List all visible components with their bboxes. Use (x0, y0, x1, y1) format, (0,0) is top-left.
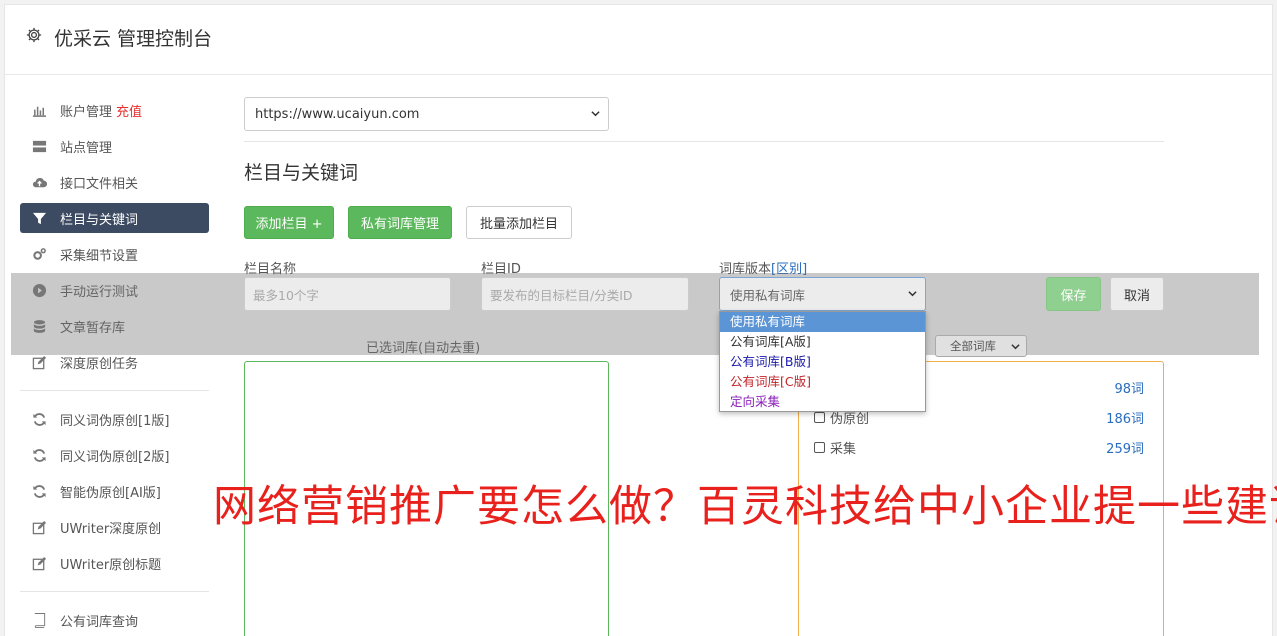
edit-icon (31, 354, 47, 370)
cancel-button[interactable]: 取消 (1110, 277, 1164, 311)
lib-count: 98词 (1114, 381, 1144, 397)
sidebar-item-label: 同义词伪原创[2版] (60, 449, 170, 465)
chevron-down-icon (1011, 344, 1020, 350)
sidebar-item-label: 智能伪原创[AI版] (60, 485, 161, 501)
private-lib-button[interactable]: 私有词库管理 (348, 206, 452, 239)
watermark-caption: 网络营销推广要怎么做？百灵科技给中小企业提一些建议 (213, 482, 1277, 532)
site-select[interactable]: https://www.ucaiyun.com (244, 97, 609, 131)
checkbox[interactable] (814, 411, 825, 423)
sidebar-item-label: 采集细节设置 (60, 248, 139, 264)
sidebar-item-synonym-v1[interactable]: 同义词伪原创[1版] (20, 404, 209, 434)
sidebar-item-sites[interactable]: 站点管理 (20, 131, 209, 161)
sidebar-divider (20, 390, 209, 391)
sidebar-item-synonym-v2[interactable]: 同义词伪原创[2版] (20, 440, 209, 470)
checkbox[interactable] (814, 441, 825, 453)
cloud-upload-icon (31, 174, 47, 190)
book-icon (31, 612, 47, 628)
batch-add-button[interactable]: 批量添加栏目 (466, 206, 572, 239)
server-icon (31, 138, 47, 154)
version-option-c[interactable]: 公有词库[C版] (720, 372, 925, 392)
page-title: 优采云 管理控制台 (54, 28, 213, 50)
section-title: 栏目与关键词 (244, 162, 359, 184)
sidebar-item-public-lib[interactable]: 公有词库查询 (20, 605, 209, 635)
column-name-placeholder: 最多10个字 (253, 287, 319, 303)
version-option-a[interactable]: 公有词库[A版] (720, 332, 925, 352)
site-select-value: https://www.ucaiyun.com (255, 106, 420, 122)
sidebar-item-interface[interactable]: 接口文件相关 (20, 167, 209, 197)
save-button[interactable]: 保存 (1046, 277, 1101, 311)
gears-icon (31, 246, 47, 262)
sidebar-item-label: UWriter深度原创 (60, 521, 162, 537)
refresh-icon (31, 411, 47, 427)
sidebar-item-account[interactable]: 账户管理 充值 (20, 95, 209, 125)
sidebar-item-label: 接口文件相关 (60, 176, 139, 192)
gear-icon (26, 27, 42, 43)
sidebar-item-label: 栏目与关键词 (60, 212, 139, 228)
version-option-directed[interactable]: 定向采集 (720, 392, 925, 412)
column-name-input[interactable]: 最多10个字 (244, 277, 451, 311)
version-option-b[interactable]: 公有词库[B版] (720, 352, 925, 372)
section-divider (244, 141, 1164, 142)
refresh-icon (31, 483, 47, 499)
sidebar-item-uwriter-title[interactable]: UWriter原创标题 (20, 548, 209, 578)
add-column-button[interactable]: 添加栏目 + (244, 206, 334, 239)
chevron-down-icon (591, 111, 600, 117)
version-dropdown: 使用私有词库 公有词库[A版] 公有词库[B版] 公有词库[C版] 定向采集 (719, 311, 926, 412)
chevron-down-icon (908, 291, 917, 297)
column-id-input[interactable]: 要发布的目标栏目/分类ID (481, 277, 689, 311)
sidebar-item-label: 账户管理 (60, 104, 113, 120)
all-lib-select-value: 全部词库 (950, 339, 996, 353)
filter-icon (31, 210, 47, 226)
sidebar-item-label: UWriter原创标题 (60, 557, 162, 573)
edit-icon (31, 555, 47, 571)
sidebar-item-collect-settings[interactable]: 采集细节设置 (20, 239, 209, 269)
list-item[interactable]: 采集 259词 (814, 437, 1144, 457)
sidebar-item-uwriter-deep[interactable]: UWriter深度原创 (20, 512, 209, 542)
lib-count: 259词 (1106, 441, 1144, 457)
selected-lib-title: 已选词库(自动去重) (366, 341, 481, 356)
sidebar-item-columns[interactable]: 栏目与关键词 (20, 203, 209, 233)
sidebar-divider (20, 591, 209, 592)
lib-count: 186词 (1106, 411, 1144, 427)
column-id-placeholder: 要发布的目标栏目/分类ID (490, 287, 633, 303)
sidebar-item-label: 深度原创任务 (60, 356, 139, 372)
version-select-value: 使用私有词库 (730, 287, 806, 303)
sidebar-item-label: 同义词伪原创[1版] (60, 413, 170, 429)
edit-icon (31, 519, 47, 535)
refresh-icon (31, 447, 47, 463)
recharge-link[interactable]: 充值 (116, 101, 142, 120)
sidebar-item-label: 公有词库查询 (60, 614, 139, 630)
version-option-private[interactable]: 使用私有词库 (720, 312, 925, 332)
sidebar-item-ai-original[interactable]: 智能伪原创[AI版] (20, 476, 209, 506)
version-select[interactable]: 使用私有词库 (719, 277, 926, 311)
bar-chart-icon (31, 102, 47, 118)
lib-name: 采集 (830, 441, 857, 457)
header: 优采云 管理控制台 (5, 5, 1272, 75)
sidebar-item-label: 站点管理 (60, 140, 113, 156)
all-lib-select[interactable]: 全部词库 (935, 335, 1027, 357)
